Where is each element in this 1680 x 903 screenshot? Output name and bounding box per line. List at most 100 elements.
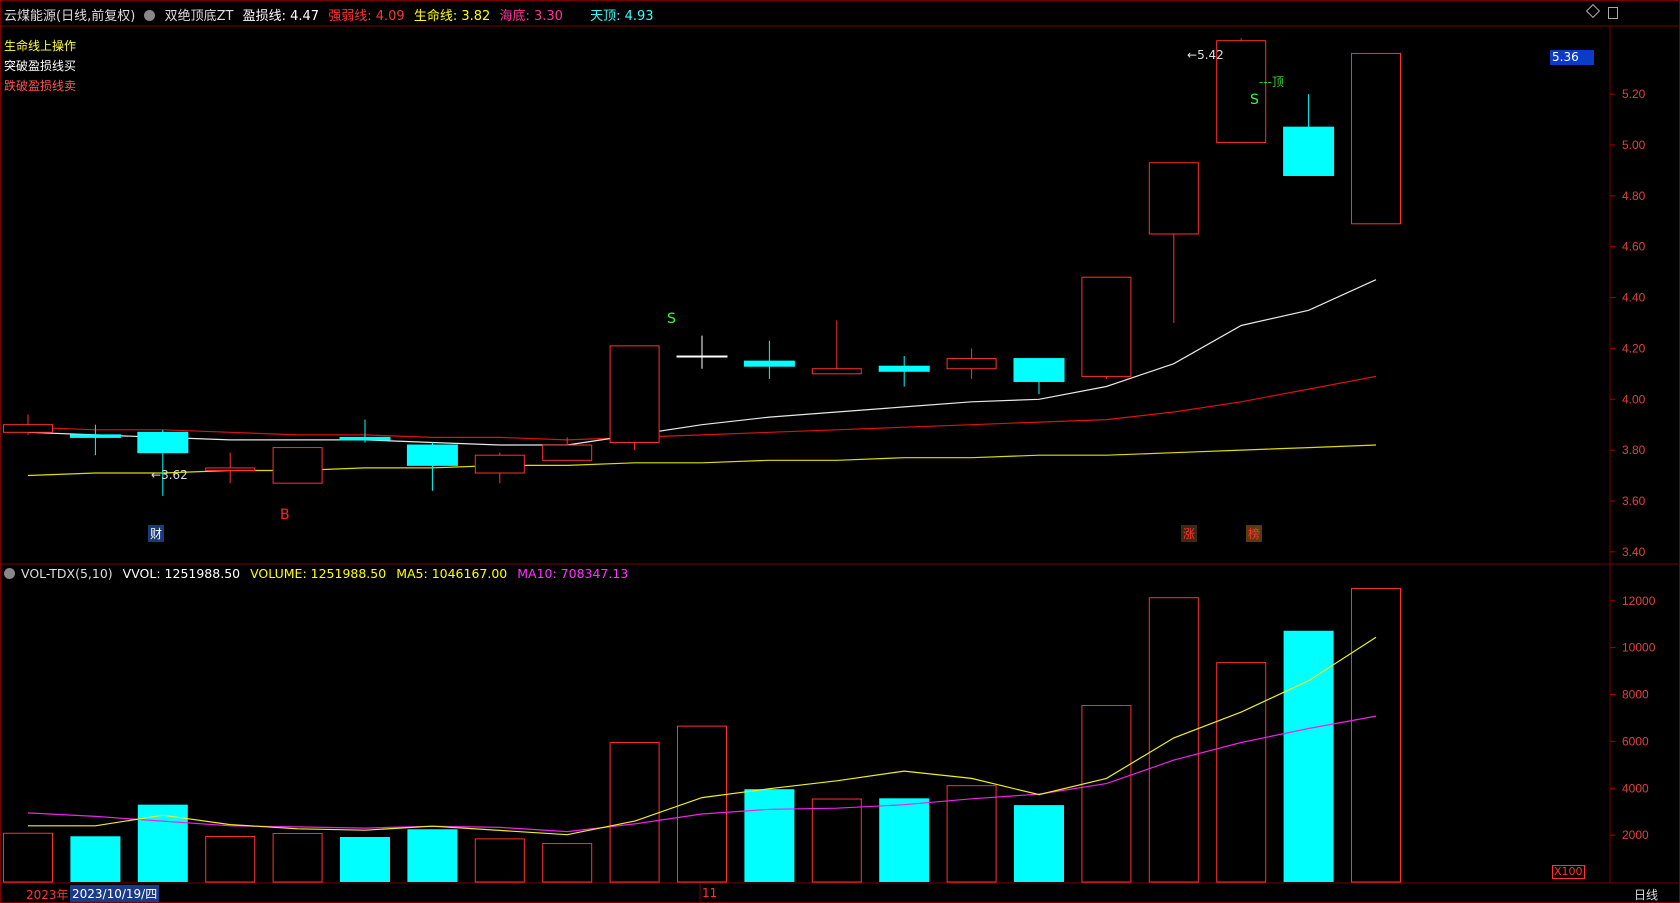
year-label: 2023年 bbox=[26, 888, 69, 902]
outer-border bbox=[0, 0, 1680, 903]
candle bbox=[1283, 94, 1335, 176]
candle bbox=[946, 348, 997, 379]
legend-line-1: 生命线上操作 bbox=[4, 39, 77, 53]
price-tick-label: 4.00 bbox=[1622, 392, 1646, 406]
candle bbox=[878, 356, 930, 387]
price-tick-label: 3.40 bbox=[1622, 545, 1646, 559]
candle bbox=[272, 447, 323, 484]
vvol-item: VVOL: 1251988.50 bbox=[122, 566, 241, 581]
sell-mark-1: S bbox=[667, 311, 676, 327]
volume-bar bbox=[1216, 662, 1267, 883]
volume-bar bbox=[1351, 588, 1401, 883]
candle bbox=[676, 335, 728, 369]
volume-bar bbox=[340, 837, 390, 882]
volume-tick-label: 4000 bbox=[1622, 781, 1649, 795]
candle bbox=[474, 452, 525, 484]
price-axis: 5.20 5.00 4.80 4.60 4.40 4.20 4.00 3.80 3.60 3.40 bbox=[1610, 87, 1646, 559]
period-label[interactable]: 日线 bbox=[1634, 886, 1658, 903]
volume-tick-label: 10000 bbox=[1622, 641, 1656, 655]
candle-body bbox=[406, 444, 458, 466]
volume-bar bbox=[1014, 805, 1064, 882]
volume-bar bbox=[542, 843, 593, 883]
price-tick-label: 3.80 bbox=[1622, 443, 1646, 457]
volume-bar bbox=[1283, 630, 1334, 882]
header-item-1: 强弱线: 4.09 bbox=[328, 9, 405, 24]
candle-body bbox=[1351, 52, 1401, 225]
candle-body bbox=[878, 365, 930, 372]
candle-body bbox=[1283, 126, 1335, 176]
volume-bar bbox=[407, 829, 458, 882]
volume-bar bbox=[744, 789, 795, 882]
menu-dot-icon[interactable] bbox=[4, 568, 15, 579]
candle-body bbox=[1081, 276, 1132, 377]
candle bbox=[609, 345, 660, 451]
candle-body bbox=[69, 434, 121, 438]
candle-body bbox=[205, 467, 256, 471]
candle bbox=[1351, 52, 1401, 225]
candle bbox=[743, 340, 795, 379]
candle-body bbox=[137, 431, 189, 454]
stock-title[interactable]: 云煤能源(日线,前复权) bbox=[4, 9, 135, 24]
volume-bar bbox=[137, 804, 188, 882]
candle-body bbox=[743, 360, 795, 367]
volume-unit: X100 bbox=[1552, 865, 1585, 879]
header-item-3: 海底: 3.30 bbox=[499, 9, 563, 24]
candle-body bbox=[609, 345, 660, 443]
month-label: 11 bbox=[702, 886, 718, 900]
candle bbox=[542, 437, 593, 461]
cursor-date: 2023/10/19/四 bbox=[70, 885, 160, 902]
candle bbox=[811, 320, 862, 375]
cai-badge[interactable]: 财 bbox=[148, 525, 165, 542]
candle bbox=[406, 442, 458, 491]
volume-tick-label: 12000 bbox=[1622, 594, 1656, 608]
candles bbox=[3, 38, 1401, 496]
current-price-box: 5.36 bbox=[1550, 50, 1594, 65]
header-item-4: 天顶: 4.93 bbox=[590, 9, 654, 24]
volume-bar bbox=[474, 838, 525, 883]
volume-bar bbox=[811, 798, 862, 883]
top-label: ---顶 bbox=[1259, 75, 1284, 89]
price-tick-label: 4.20 bbox=[1622, 341, 1646, 355]
candle bbox=[1081, 276, 1132, 379]
volume-tick-label: 2000 bbox=[1622, 828, 1649, 842]
price-tick-label: 5.20 bbox=[1622, 87, 1646, 101]
volume-bar bbox=[609, 742, 660, 883]
bang-badge[interactable]: 榜 bbox=[1246, 525, 1263, 542]
candle-body bbox=[946, 358, 997, 370]
sell-mark-2: S bbox=[1250, 92, 1259, 108]
volume-bars bbox=[3, 588, 1401, 883]
candle-body bbox=[1013, 358, 1065, 382]
volume-bar bbox=[1148, 597, 1199, 883]
indicator-name[interactable]: 双绝顶底ZT bbox=[165, 9, 234, 24]
candle-body bbox=[1148, 162, 1199, 235]
ma10-item: MA10: 708347.13 bbox=[517, 566, 629, 581]
zhang-badge[interactable]: 涨 bbox=[1181, 525, 1198, 542]
candle-body bbox=[474, 454, 525, 474]
candle bbox=[1216, 38, 1267, 143]
volume-indicator-name[interactable]: VOL-TDX(5,10) bbox=[21, 566, 113, 581]
legend-line-2: 突破盈损线买 bbox=[4, 59, 77, 73]
legend-line-3: 跌破盈损线卖 bbox=[4, 79, 77, 93]
low-price-label: ←3.62 bbox=[151, 468, 188, 482]
volume-bar bbox=[3, 832, 53, 883]
price-tick-label: 4.60 bbox=[1622, 240, 1646, 254]
menu-dot-icon[interactable] bbox=[144, 10, 156, 21]
candle-body bbox=[676, 355, 728, 358]
strength-line bbox=[27, 375, 1377, 441]
volume-bar bbox=[879, 798, 930, 882]
volume-header: VOL-TDX(5,10) VVOL: 1251988.50 VOLUME: 1… bbox=[4, 566, 634, 581]
high-price-label: ←5.42 bbox=[1187, 48, 1224, 62]
candle bbox=[339, 419, 391, 443]
price-tick-label: 3.60 bbox=[1622, 494, 1646, 508]
volume-tick-label: 6000 bbox=[1622, 734, 1649, 748]
price-tick-label: 4.80 bbox=[1622, 189, 1646, 203]
candle bbox=[1148, 162, 1199, 323]
header-item-2: 生命线: 3.82 bbox=[413, 9, 491, 24]
volume-bar bbox=[1081, 705, 1132, 883]
window-icon[interactable] bbox=[1608, 7, 1618, 19]
candlestick-chart[interactable]: 5.20 5.00 4.80 4.60 4.40 4.20 4.00 3.80 3.60 3.40… bbox=[0, 0, 1680, 903]
volume-bar bbox=[272, 832, 323, 883]
volume-bar bbox=[70, 836, 121, 882]
buy-mark: B bbox=[280, 507, 290, 523]
candle-body bbox=[542, 444, 593, 461]
